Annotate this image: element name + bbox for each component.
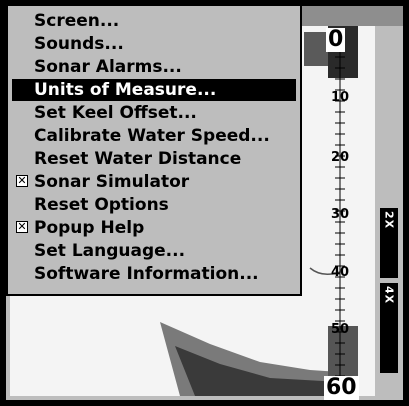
menu-item-label: Set Language...	[34, 241, 186, 261]
depth-bottom-label: 60	[324, 375, 359, 400]
menu-item-label: Popup Help	[34, 218, 145, 238]
menu-item-software-information[interactable]: Software Information...	[12, 263, 296, 285]
depth-tick-label: 10	[331, 90, 350, 105]
menu-item-sounds[interactable]: Sounds...	[12, 33, 296, 55]
zoom-4x-label: 4X	[382, 286, 396, 305]
menu-item-screen[interactable]: Screen...	[12, 10, 296, 32]
menu-item-sonar-simulator[interactable]: ✕ Sonar Simulator	[12, 171, 296, 193]
depth-tick-label: 40	[331, 265, 350, 280]
menu-item-units-of-measure[interactable]: Units of Measure...	[12, 79, 296, 101]
depth-top-label: 0	[326, 27, 346, 52]
menu-item-label: Reset Options	[34, 195, 169, 215]
menu-item-label: Sonar Simulator	[34, 172, 190, 192]
menu-item-sonar-alarms[interactable]: Sonar Alarms...	[12, 56, 296, 78]
sonar-simulator-checkbox[interactable]: ✕	[16, 175, 28, 187]
menu-item-set-language[interactable]: Set Language...	[12, 240, 296, 262]
depth-tick-label: 20	[331, 150, 350, 165]
menu-item-label: Screen...	[34, 11, 120, 31]
menu-item-label: Set Keel Offset...	[34, 103, 197, 123]
menu-item-label: Calibrate Water Speed...	[34, 126, 270, 146]
menu-item-label: Sounds...	[34, 34, 124, 54]
zoom-4x-indicator[interactable]: 4X	[380, 283, 398, 373]
zoom-2x-label: 2X	[382, 211, 396, 230]
menu-item-label: Units of Measure...	[34, 80, 217, 100]
menu-item-label: Software Information...	[34, 264, 259, 284]
title-bar	[296, 6, 403, 26]
menu-item-reset-water-distance[interactable]: Reset Water Distance	[12, 148, 296, 170]
depth-tick-label: 30	[331, 207, 350, 222]
menu-item-label: Reset Water Distance	[34, 149, 242, 169]
menu-item-label: Sonar Alarms...	[34, 57, 182, 77]
sonar-screen: 0 10 20 30 40 50 60 2X 4X Screen... Soun…	[0, 0, 409, 406]
depth-tick-label: 50	[331, 322, 350, 337]
main-menu: Screen... Sounds... Sonar Alarms... Unit…	[6, 4, 302, 296]
zoom-2x-indicator[interactable]: 2X	[380, 208, 398, 278]
menu-item-reset-options[interactable]: Reset Options	[12, 194, 296, 216]
menu-item-set-keel-offset[interactable]: Set Keel Offset...	[12, 102, 296, 124]
menu-item-popup-help[interactable]: ✕ Popup Help	[12, 217, 296, 239]
menu-item-calibrate-water-speed[interactable]: Calibrate Water Speed...	[12, 125, 296, 147]
popup-help-checkbox[interactable]: ✕	[16, 221, 28, 233]
